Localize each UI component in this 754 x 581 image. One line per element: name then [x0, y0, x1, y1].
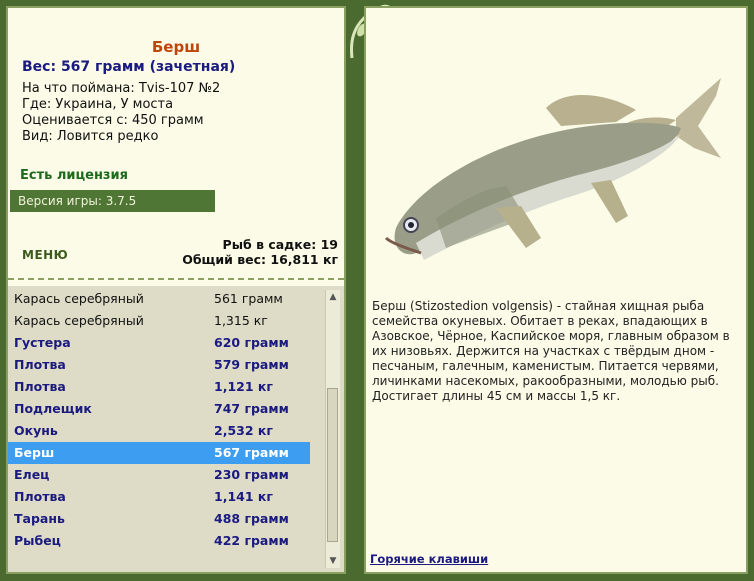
scroll-thumb[interactable] — [327, 388, 338, 542]
scroll-down-icon[interactable]: ▼ — [326, 554, 340, 568]
version-bar: Версия игры: 3.7.5 — [10, 190, 215, 212]
catch-row[interactable]: Рыбец 422 грамм — [8, 530, 310, 552]
catch-row-weight: 567 грамм — [214, 445, 289, 460]
catch-row-weight: 1,141 кг — [214, 489, 273, 504]
catch-row[interactable]: Подлещик 747 грамм — [8, 398, 310, 420]
catch-row-weight: 561 грамм — [214, 291, 283, 306]
fish-bait: На что поймана: Tvis-107 №2 — [22, 81, 221, 96]
keepnet-summary: Рыб в садке: 19 Общий вес: 16,811 кг — [182, 237, 338, 267]
catch-row[interactable]: Густера 620 грамм — [8, 332, 310, 354]
keepnet-total-weight: Общий вес: 16,811 кг — [182, 252, 338, 267]
catch-row-name: Берш — [14, 445, 55, 460]
license-status: Есть лицензия — [20, 168, 128, 183]
catch-row[interactable]: Карась серебряный 561 грамм — [8, 288, 310, 310]
catch-row-weight: 1,315 кг — [214, 313, 268, 328]
catch-row-weight: 747 грамм — [214, 401, 289, 416]
scroll-up-icon[interactable]: ▲ — [326, 290, 340, 304]
catch-row-weight: 2,532 кг — [214, 423, 273, 438]
dashed-divider — [8, 278, 344, 280]
catch-row[interactable]: Плотва 1,121 кг — [8, 376, 310, 398]
catch-row-name: Плотва — [14, 489, 66, 504]
catch-row-weight: 620 грамм — [214, 335, 289, 350]
catch-row-name: Елец — [14, 467, 50, 482]
fish-place: Где: Украина, У моста — [22, 97, 174, 112]
fish-description: Берш (Stizostedion volgensis) - стайная … — [372, 299, 730, 403]
catch-row-name: Подлещик — [14, 401, 92, 416]
catch-row[interactable]: Плотва 579 грамм — [8, 354, 310, 376]
keepnet-count: Рыб в садке: 19 — [222, 237, 338, 252]
catch-row-name: Тарань — [14, 511, 65, 526]
fish-name-title: Берш — [151, 38, 201, 56]
catch-row-selected[interactable]: Берш 567 грамм — [8, 442, 310, 464]
catch-row-name: Окунь — [14, 423, 58, 438]
fish-valued-from: Оценивается с: 450 грамм — [22, 113, 204, 128]
catch-row-weight: 579 грамм — [214, 357, 289, 372]
catch-row-name: Карась серебряный — [14, 291, 144, 306]
catch-row-weight: 1,121 кг — [214, 379, 273, 394]
catch-row-weight: 488 грамм — [214, 511, 289, 526]
panel-divider — [346, 0, 364, 581]
catch-list: Карась серебряный 561 грамм Карась серебря… — [8, 286, 344, 572]
catch-row[interactable]: Плотва 1,141 кг — [8, 486, 310, 508]
catch-row[interactable]: Карась серебряный 1,315 кг — [8, 310, 310, 332]
catch-row-name: Плотва — [14, 379, 66, 394]
catch-row-name: Рыбец — [14, 533, 61, 548]
catch-row[interactable]: Елец 230 грамм — [8, 464, 310, 486]
catch-row-weight: 230 грамм — [214, 467, 289, 482]
fish-detail-panel: Берш (Stizostedion volgensis) - стайная … — [364, 6, 748, 574]
catch-row[interactable]: Окунь 2,532 кг — [8, 420, 310, 442]
catch-row-name: Плотва — [14, 357, 66, 372]
catch-row[interactable]: Тарань 488 грамм — [8, 508, 310, 530]
catch-row-name: Густера — [14, 335, 71, 350]
zander-fish-image — [384, 78, 721, 260]
fish-kind: Вид: Ловится редко — [22, 129, 159, 144]
hotkeys-link[interactable]: Горячие клавиши — [370, 552, 488, 566]
catch-row-weight: 422 грамм — [214, 533, 289, 548]
menu-button[interactable]: МЕНЮ — [22, 248, 68, 262]
catch-info-panel: Берш Вес: 567 грамм (зачетная) На что по… — [6, 6, 346, 574]
fish-weight: Вес: 567 грамм (зачетная) — [22, 59, 236, 75]
catch-list-rows: Карась серебряный 561 грамм Карась серебря… — [8, 288, 310, 552]
list-scrollbar[interactable]: ▲ ▼ — [325, 290, 340, 568]
catch-row-name: Карась серебряный — [14, 313, 144, 328]
